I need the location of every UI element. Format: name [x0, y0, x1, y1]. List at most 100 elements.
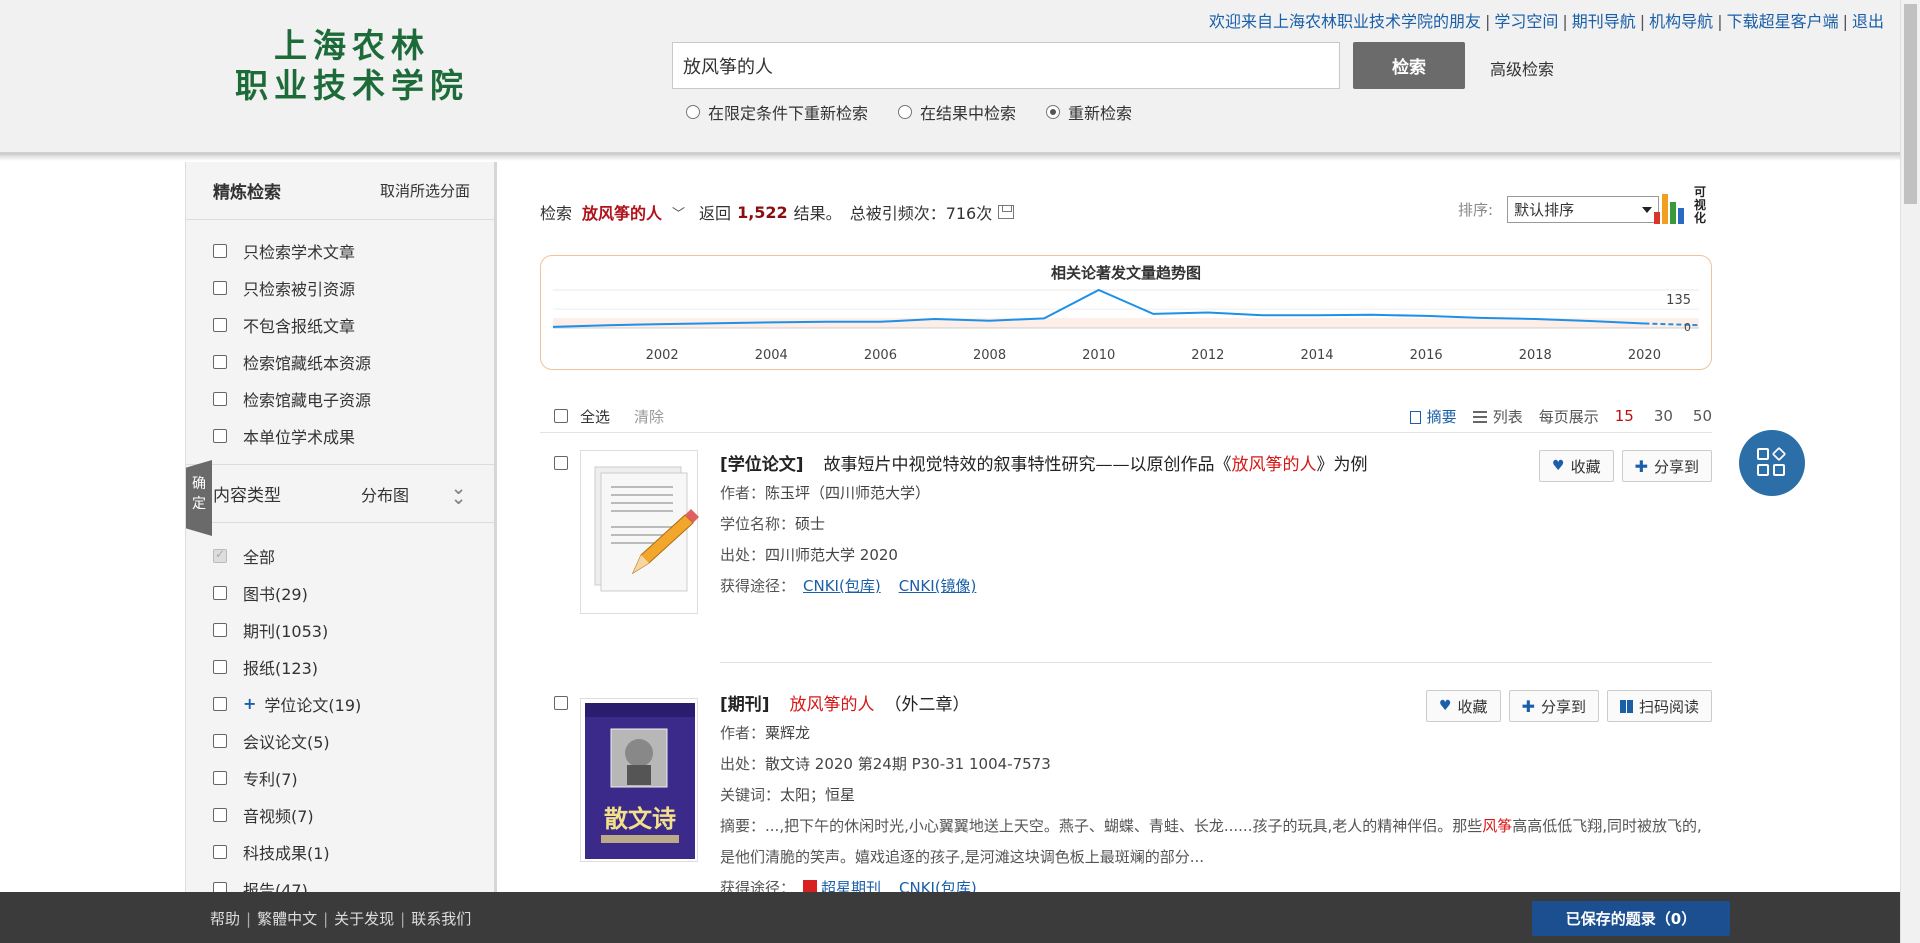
clear-selection[interactable]: 清除 [634, 406, 664, 427]
sort-select[interactable]: 默认排序 [1507, 196, 1660, 223]
checkbox[interactable] [213, 317, 227, 332]
plus-icon: ✚ [1634, 456, 1648, 476]
dropdown-arrow-icon [1642, 206, 1653, 213]
saved-records-button[interactable]: 已保存的题录（0） [1532, 901, 1730, 936]
filter-academic-only[interactable]: 只检索学术文章 [213, 232, 494, 269]
link-logout[interactable]: 退出 [1852, 12, 1884, 31]
footer-contact[interactable]: 联系我们 [411, 910, 471, 928]
select-all[interactable]: 全选 [540, 406, 610, 427]
result-abstract: 摘要：...,把下午的休闲时光,小心翼翼地送上天空。燕子、蝴蝶、青蛙、长龙...… [720, 817, 1702, 866]
type-newspaper[interactable]: 报纸(123) [213, 648, 494, 685]
checkbox[interactable] [554, 696, 568, 710]
favorite-button[interactable]: ♥ 收藏 [1539, 450, 1614, 482]
x-tick-label: 2012 [1191, 348, 1224, 363]
advanced-search-link[interactable]: 高级检索 [1490, 56, 1554, 80]
welcome-link[interactable]: 欢迎来自上海农林职业技术学院的朋友 [1209, 12, 1481, 31]
checkbox[interactable] [554, 409, 568, 423]
checkbox[interactable] [213, 354, 227, 369]
expand-plus-icon[interactable]: + [243, 694, 256, 713]
access-link[interactable]: CNKI(镜像) [899, 577, 977, 595]
checkbox[interactable] [213, 659, 227, 674]
chevron-down-icon[interactable]: ﹀ [672, 203, 685, 222]
document-icon [1409, 410, 1421, 424]
trend-chart: 相关论著发文量趋势图 2002 2004 2006 2008 2010 2012 2014 2… [540, 255, 1712, 370]
radio-search-in-results[interactable]: 在结果中检索 [898, 100, 1016, 124]
result-degree: 学位名称：硕士 [720, 515, 826, 533]
save-icon[interactable] [998, 205, 1015, 219]
filter-exclude-newspaper[interactable]: 不包含报纸文章 [213, 306, 494, 343]
page-size-30[interactable]: 30 [1654, 407, 1673, 425]
link-journal-nav[interactable]: 期刊导航 [1572, 12, 1636, 31]
access-link[interactable]: CNKI(包库) [803, 577, 881, 595]
checkbox-checked[interactable] [213, 547, 227, 563]
cancel-facets-link[interactable]: 取消所选分面 [380, 180, 470, 201]
checkbox[interactable] [213, 844, 227, 859]
cover-title: 散文诗 [604, 805, 676, 833]
confirm-tab-button[interactable]: 确定 [186, 460, 212, 536]
scrollbar-thumb[interactable] [1904, 4, 1917, 204]
checkbox[interactable] [213, 585, 227, 600]
type-tech-achievement[interactable]: 科技成果(1) [213, 833, 494, 870]
share-button[interactable]: ✚ 分享到 [1621, 450, 1712, 482]
type-thesis[interactable]: + 学位论文(19) [213, 685, 494, 722]
school-logo[interactable]: 上海农林 职业技术学院 [232, 26, 472, 106]
double-chevron-down-icon[interactable]: ⌄ ⌄ [451, 479, 466, 507]
viz-bar-icon [1654, 212, 1660, 224]
filter-print-holdings[interactable]: 检索馆藏纸本资源 [213, 343, 494, 380]
footer-help[interactable]: 帮助 [210, 910, 240, 928]
radio-new-search[interactable]: 重新检索 [1046, 100, 1132, 124]
type-patent[interactable]: 专利(7) [213, 759, 494, 796]
thesis-thumbnail[interactable] [580, 450, 699, 614]
footer-about[interactable]: 关于发现 [334, 910, 394, 928]
filter-cited-only[interactable]: 只检索被引资源 [213, 269, 494, 306]
checkbox[interactable] [213, 428, 227, 443]
y-max-label: 135 [1666, 293, 1691, 308]
result-source: 出处：四川师范大学 2020 [720, 546, 898, 564]
type-journal[interactable]: 期刊(1053) [213, 611, 494, 648]
checkbox[interactable] [213, 770, 227, 785]
page-scrollbar[interactable] [1900, 0, 1920, 943]
share-button[interactable]: ✚ 分享到 [1508, 690, 1599, 722]
footer-traditional-chinese[interactable]: 繁體中文 [257, 910, 317, 928]
x-tick-label: 2020 [1628, 348, 1661, 363]
link-institution-nav[interactable]: 机构导航 [1649, 12, 1713, 31]
header: 上海农林 职业技术学院 欢迎来自上海农林职业技术学院的朋友 | 学习空间 | 期刊导航 |… [0, 0, 1900, 155]
type-conference[interactable]: 会议论文(5) [213, 722, 494, 759]
checkbox[interactable] [213, 391, 227, 406]
sort-control: 排序: 默认排序 [1458, 196, 1660, 223]
app-grid-float-button[interactable] [1739, 430, 1805, 496]
result-author: 作者：陈玉坪（四川师范大学） [720, 484, 931, 502]
checkbox[interactable] [213, 696, 227, 711]
search-button[interactable]: 检索 [1353, 42, 1465, 89]
link-download-client[interactable]: 下载超星客户端 [1727, 12, 1839, 31]
page-size-15[interactable]: 15 [1615, 407, 1634, 425]
checkbox[interactable] [213, 807, 227, 822]
favorite-button[interactable]: ♥ 收藏 [1425, 690, 1501, 722]
radio-refine-within-conditions[interactable]: 在限定条件下重新检索 [686, 100, 868, 124]
page-size-50[interactable]: 50 [1693, 407, 1712, 425]
list-icon [1472, 410, 1487, 423]
type-book[interactable]: 图书(29) [213, 574, 494, 611]
type-audio-video[interactable]: 音视频(7) [213, 796, 494, 833]
filter-electronic-holdings[interactable]: 检索馆藏电子资源 [213, 380, 494, 417]
distribution-chart-link[interactable]: 分布图 [361, 482, 451, 506]
journal-cover-image: 散文诗 [585, 703, 695, 859]
view-list-toggle[interactable]: 列表 [1472, 406, 1523, 427]
view-abstract-toggle[interactable]: 摘要 [1409, 406, 1457, 427]
visualize-button[interactable]: 可视化 [1654, 186, 1714, 228]
checkbox[interactable] [213, 733, 227, 748]
search-mode-radios: 在限定条件下重新检索 在结果中检索 重新检索 [686, 100, 1132, 124]
search-input[interactable]: 放风筝的人 [672, 42, 1340, 89]
type-all[interactable]: 全部 [213, 537, 494, 574]
refine-sidebar: 精炼检索 取消所选分面 只检索学术文章 只检索被引资源 不包含报纸文章 检索馆藏… [185, 162, 497, 900]
checkbox[interactable] [554, 456, 568, 470]
link-study-space[interactable]: 学习空间 [1494, 12, 1558, 31]
top-links: 欢迎来自上海农林职业技术学院的朋友 | 学习空间 | 期刊导航 | 机构导航 | 下载超星客户端… [1208, 12, 1884, 31]
scan-read-button[interactable]: 扫码阅读 [1606, 690, 1712, 722]
filter-own-institution[interactable]: 本单位学术成果 [213, 417, 494, 454]
checkbox[interactable] [213, 622, 227, 637]
result-summary: 检索 放风筝的人 ﹀ 返回 1,522 结果。 总被引频次：716次 [540, 200, 1015, 224]
journal-cover[interactable]: 散文诗 [580, 698, 698, 862]
checkbox[interactable] [213, 243, 227, 258]
checkbox[interactable] [213, 280, 227, 295]
